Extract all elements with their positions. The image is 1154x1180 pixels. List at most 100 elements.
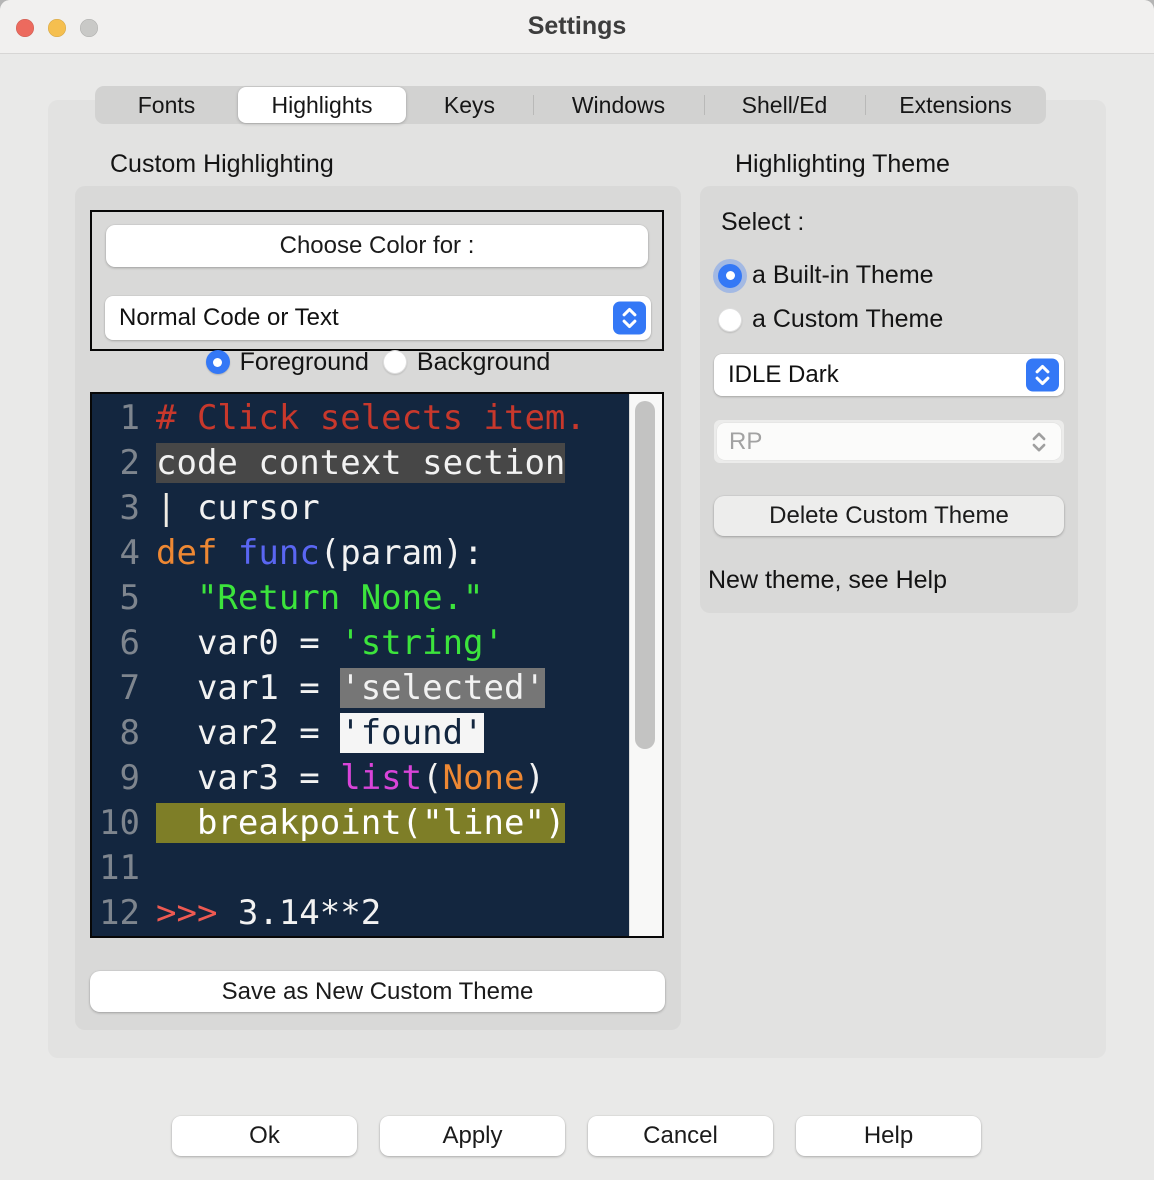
radio-icon[interactable] (718, 308, 742, 332)
line-code: >>> 3.14**2 (146, 891, 381, 936)
preview-line-8[interactable]: 8 var2 = 'found' (92, 711, 629, 756)
tab-fonts[interactable]: Fonts (95, 86, 238, 124)
preview-line-3[interactable]: 3| cursor (92, 486, 629, 531)
line-number: 4 (92, 531, 146, 576)
line-code: var1 = 'selected' (146, 666, 545, 711)
radio-icon[interactable] (383, 350, 407, 374)
title-bar: Settings (0, 0, 1154, 54)
preview-line-9[interactable]: 9 var3 = list(None) (92, 756, 629, 801)
line-code: var0 = 'string' (146, 621, 504, 666)
chevron-up-down-icon (1026, 359, 1059, 392)
highlight-target-select[interactable]: Normal Code or Text (105, 296, 651, 340)
radio-a-custom-theme[interactable]: a Custom Theme (718, 305, 943, 334)
code-segment-comment: # Click selects item. (156, 398, 586, 438)
radio-label: a Custom Theme (752, 305, 943, 334)
code-segment-prompt: >>> (156, 893, 217, 933)
code-segment-normal: (param): (320, 533, 484, 573)
cancel-button[interactable]: Cancel (588, 1116, 773, 1156)
custom-highlighting-card: Choose Color for : Normal Code or Text F… (75, 186, 681, 1030)
delete-custom-theme-label: Delete Custom Theme (769, 502, 1009, 530)
chevron-up-down-icon (1029, 428, 1049, 456)
custom-highlighting-title: Custom Highlighting (110, 150, 334, 179)
code-segment-normal: var3 = (156, 758, 340, 798)
builtin-theme-select[interactable]: IDLE Dark (714, 354, 1064, 396)
preview-line-10[interactable]: 10 breakpoint("line") (92, 801, 629, 846)
tab-highlights[interactable]: Highlights (238, 87, 406, 123)
line-code: "Return None." (146, 576, 484, 621)
code-segment-definition: func (238, 533, 320, 573)
ok-button[interactable]: Ok (172, 1116, 357, 1156)
custom-theme-select[interactable]: RP (714, 420, 1064, 463)
line-code: | cursor (146, 486, 320, 531)
builtin-theme-value: IDLE Dark (728, 361, 839, 389)
line-number: 5 (92, 576, 146, 621)
preview-line-11[interactable]: 11 (92, 846, 629, 891)
code-segment-normal: var2 = (156, 713, 340, 753)
settings-panel: Custom Highlighting Highlighting Theme C… (48, 100, 1106, 1058)
tab-windows[interactable]: Windows (533, 86, 704, 124)
choose-color-label: Choose Color for : (280, 232, 475, 260)
line-number: 9 (92, 756, 146, 801)
highlighting-theme-card: Select : a Built-in Theme a Custom Theme… (700, 186, 1078, 613)
preview-scrollbar[interactable] (629, 394, 662, 936)
radio-foreground[interactable]: Foreground (206, 348, 369, 377)
tab-shell-ed[interactable]: Shell/Ed (704, 86, 865, 124)
help-button[interactable]: Help (796, 1116, 981, 1156)
plane-radio-group: Foreground Background (75, 344, 681, 380)
code-segment-builtin: list (340, 758, 422, 798)
preview-line-7[interactable]: 7 var1 = 'selected' (92, 666, 629, 711)
settings-window: Settings Custom Highlighting Highlightin… (0, 0, 1154, 1180)
code-segment-string: 'string' (340, 623, 504, 663)
custom-theme-value: RP (729, 428, 762, 456)
code-segment-string: "Return None." (156, 578, 484, 618)
preview-line-5[interactable]: 5 "Return None." (92, 576, 629, 621)
chevron-up-down-icon (613, 302, 646, 335)
line-code: var3 = list(None) (146, 756, 545, 801)
line-number: 7 (92, 666, 146, 711)
line-code: breakpoint("line") (146, 801, 565, 846)
radio-label: Background (417, 348, 550, 377)
preview-line-6[interactable]: 6 var0 = 'string' (92, 621, 629, 666)
delete-custom-theme-button[interactable]: Delete Custom Theme (714, 496, 1064, 536)
code-segment-normal: var1 = (156, 668, 340, 708)
code-segment-normal: cursor (176, 488, 319, 528)
save-custom-theme-button[interactable]: Save as New Custom Theme (90, 971, 665, 1012)
radio-background[interactable]: Background (383, 348, 550, 377)
window-title: Settings (0, 0, 1154, 53)
highlight-preview: 1# Click selects item.2code context sect… (90, 392, 664, 938)
tab-keys[interactable]: Keys (406, 86, 533, 124)
line-number: 1 (92, 396, 146, 441)
code-segment-normal: ( (422, 758, 442, 798)
scrollbar-thumb[interactable] (635, 401, 655, 749)
code-segment-context: code context section (156, 443, 565, 483)
line-number: 3 (92, 486, 146, 531)
code-segment-keyword: def (156, 533, 217, 573)
preview-line-4[interactable]: 4def func(param): (92, 531, 629, 576)
line-code (146, 846, 156, 891)
radio-icon[interactable] (718, 264, 742, 288)
code-segment-break: breakpoint("line") (156, 803, 565, 843)
theme-select-label: Select : (721, 208, 804, 237)
line-number: 6 (92, 621, 146, 666)
choose-color-button[interactable]: Choose Color for : (106, 225, 648, 267)
line-code: # Click selects item. (146, 396, 586, 441)
radio-a-built-in-theme[interactable]: a Built-in Theme (718, 261, 934, 290)
tab-extensions[interactable]: Extensions (865, 86, 1046, 124)
radio-icon[interactable] (206, 350, 230, 374)
radio-label: Foreground (240, 348, 369, 377)
preview-line-2[interactable]: 2code context section (92, 441, 629, 486)
line-number: 8 (92, 711, 146, 756)
radio-label: a Built-in Theme (752, 261, 934, 290)
line-number: 2 (92, 441, 146, 486)
line-code: var2 = 'found' (146, 711, 484, 756)
preview-line-12[interactable]: 12>>> 3.14**2 (92, 891, 629, 936)
highlight-target-value: Normal Code or Text (119, 304, 339, 332)
line-number: 11 (92, 846, 146, 891)
line-number: 10 (92, 801, 146, 846)
preview-line-1[interactable]: 1# Click selects item. (92, 396, 629, 441)
highlighting-theme-title: Highlighting Theme (735, 150, 950, 179)
choose-color-group: Choose Color for : Normal Code or Text (90, 210, 664, 351)
code-segment-normal: var0 = (156, 623, 340, 663)
line-number: 12 (92, 891, 146, 936)
apply-button[interactable]: Apply (380, 1116, 565, 1156)
